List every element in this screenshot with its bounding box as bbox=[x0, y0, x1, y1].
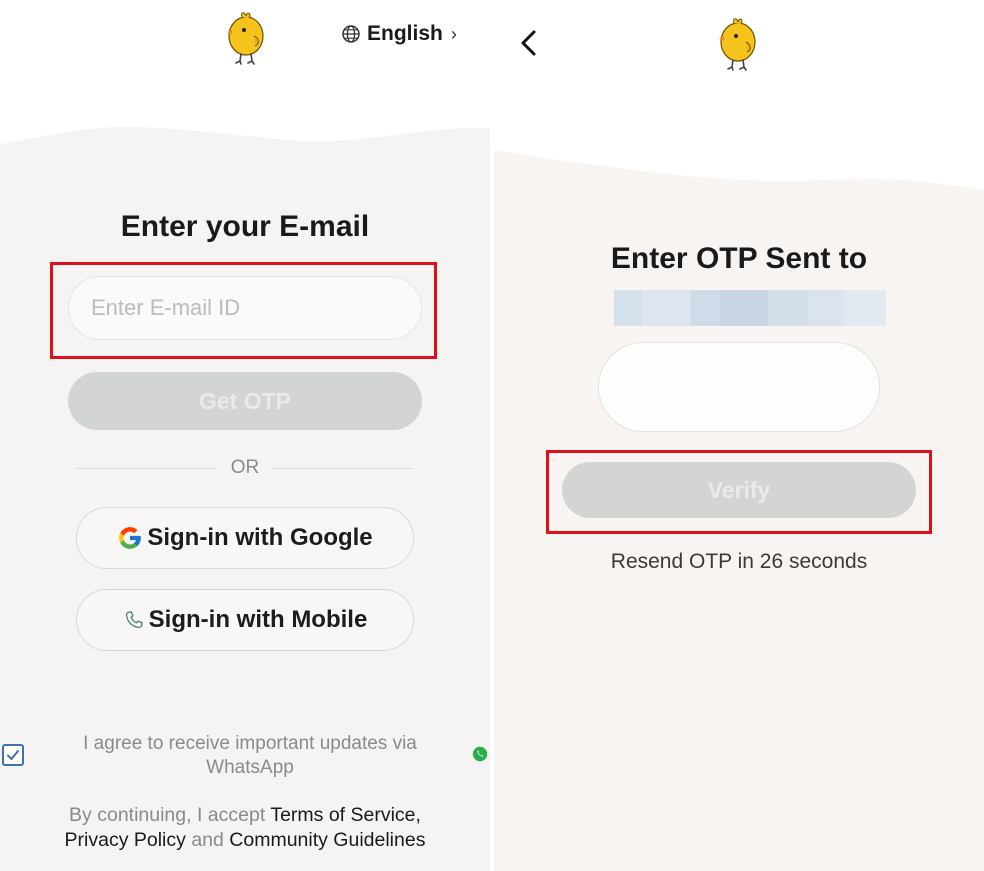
privacy-policy-link[interactable]: Privacy Policy bbox=[65, 829, 186, 851]
mobile-signin-button[interactable]: Sign-in with Mobile bbox=[76, 589, 414, 651]
google-signin-button[interactable]: Sign-in with Google bbox=[76, 507, 414, 569]
legal-prefix: By continuing, I accept bbox=[69, 804, 271, 826]
consent-text: I agree to receive important updates via… bbox=[83, 733, 417, 778]
language-selector[interactable]: English › bbox=[341, 22, 457, 46]
otp-verify-screen: Enter OTP Sent to Verify Resend OTP in 2… bbox=[494, 0, 984, 871]
divider-line bbox=[273, 467, 414, 469]
mobile-button-label: Sign-in with Mobile bbox=[148, 606, 368, 633]
email-login-screen: English › Enter your E-mail Get OTP OR S… bbox=[0, 0, 490, 871]
community-guidelines-link[interactable]: Community Guidelines bbox=[229, 829, 425, 851]
language-label: English bbox=[367, 22, 443, 45]
google-g-icon bbox=[119, 527, 142, 549]
masked-email bbox=[614, 290, 886, 326]
otp-input[interactable] bbox=[598, 342, 880, 432]
google-button-label: Sign-in with Google bbox=[147, 524, 373, 551]
whatsapp-consent-checkbox[interactable] bbox=[2, 744, 24, 766]
resend-otp-timer: Resend OTP in 26 seconds bbox=[610, 550, 868, 573]
verify-button[interactable]: Verify bbox=[562, 462, 916, 518]
whatsapp-consent: I agree to receive important updates via… bbox=[0, 732, 490, 782]
legal-and: and bbox=[185, 829, 230, 851]
phone-icon bbox=[125, 611, 143, 629]
otp-title: Enter OTP Sent to bbox=[610, 242, 868, 275]
page-title: Enter your E-mail bbox=[120, 210, 370, 243]
divider-line bbox=[76, 467, 217, 469]
legal-notice: By continuing, I accept Terms of Service… bbox=[20, 803, 470, 853]
chick-logo-icon bbox=[719, 18, 756, 71]
checkmark-icon bbox=[7, 750, 19, 760]
chick-logo-icon bbox=[227, 12, 264, 65]
chevron-left-icon[interactable] bbox=[518, 28, 540, 58]
or-label: OR bbox=[230, 457, 260, 478]
or-divider: OR bbox=[76, 456, 414, 480]
whatsapp-icon bbox=[472, 746, 488, 762]
globe-icon bbox=[342, 25, 360, 43]
get-otp-button[interactable]: Get OTP bbox=[68, 372, 422, 430]
legal-comma: , bbox=[415, 804, 421, 826]
terms-of-service-link[interactable]: Terms of Service bbox=[270, 804, 415, 826]
chevron-right-icon: › bbox=[450, 23, 457, 44]
email-input[interactable] bbox=[68, 276, 422, 340]
